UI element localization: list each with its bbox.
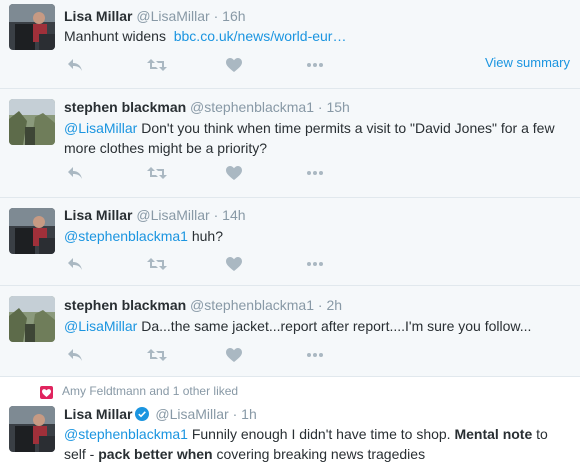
- avatar[interactable]: [9, 296, 55, 342]
- tweet-text: @stephenblackma1 Funnily enough I didn't…: [64, 424, 574, 464]
- retweet-button[interactable]: [146, 56, 168, 74]
- tweet-header: stephen blackman @stephenblackma1 · 2h: [64, 297, 342, 313]
- reply-icon: [68, 258, 82, 270]
- timestamp[interactable]: 14h: [222, 207, 245, 223]
- timestamp[interactable]: 15h: [326, 99, 349, 115]
- retweet-icon: [147, 258, 167, 270]
- tweet-link[interactable]: bbc.co.uk/news/world-eur…: [174, 28, 347, 44]
- retweet-icon: [147, 59, 167, 71]
- tweet-text: @LisaMillar Da...the same jacket...repor…: [64, 316, 564, 336]
- tweet[interactable]: Lisa Millar @LisaMillar · 1h @stephenbla…: [0, 400, 580, 468]
- tweet-text: Manhunt widens bbc.co.uk/news/world-eur…: [64, 26, 564, 46]
- divider: [0, 376, 580, 377]
- display-name[interactable]: Lisa Millar: [64, 8, 132, 24]
- avatar[interactable]: [9, 406, 55, 452]
- display-name[interactable]: stephen blackman: [64, 297, 186, 313]
- verified-icon: [135, 407, 150, 421]
- separator-dot: ·: [317, 297, 323, 313]
- timestamp[interactable]: 1h: [241, 406, 257, 422]
- more-icon: [307, 353, 323, 357]
- separator-dot: ·: [213, 207, 219, 223]
- display-name[interactable]: Lisa Millar: [64, 207, 132, 223]
- tweet-text-content: more clothes might be a priority?: [64, 140, 268, 156]
- tweet-text-content: self -: [64, 446, 99, 462]
- like-icon: [226, 58, 242, 72]
- more-button[interactable]: [304, 164, 326, 182]
- mention-link[interactable]: @stephenblackma1: [64, 426, 188, 442]
- retweet-button[interactable]: [146, 346, 168, 364]
- view-summary-link[interactable]: View summary: [485, 55, 570, 70]
- mention-link[interactable]: @LisaMillar: [64, 318, 137, 334]
- tweet-text-content: huh?: [187, 228, 223, 244]
- separator-dot: ·: [213, 8, 219, 24]
- display-name[interactable]: Lisa Millar: [64, 406, 132, 422]
- avatar[interactable]: [9, 99, 55, 145]
- tweet[interactable]: Lisa Millar @LisaMillar · 16h Manhunt wi…: [0, 0, 580, 86]
- tweet-header: Lisa Millar @LisaMillar · 16h: [64, 8, 246, 24]
- like-button[interactable]: [223, 346, 245, 364]
- separator-dot: ·: [317, 99, 323, 115]
- tweet-text-content: Da...the same jacket...report after repo…: [137, 318, 532, 334]
- username[interactable]: @LisaMillar: [136, 8, 209, 24]
- reply-button[interactable]: [64, 255, 86, 273]
- retweet-button[interactable]: [146, 255, 168, 273]
- username[interactable]: @LisaMillar: [155, 406, 228, 422]
- reply-icon: [68, 167, 82, 179]
- tweet-text-content: to: [532, 426, 548, 442]
- reply-button[interactable]: [64, 164, 86, 182]
- tweet-text-content: covering breaking news tragedies: [212, 446, 426, 462]
- timestamp[interactable]: 2h: [326, 297, 342, 313]
- more-icon: [307, 171, 323, 175]
- tweet-text-content: Manhunt widens: [64, 28, 166, 44]
- mention-link[interactable]: @LisaMillar: [64, 120, 137, 136]
- username[interactable]: @stephenblackma1: [190, 99, 314, 115]
- like-icon: [226, 166, 242, 180]
- tweet-text: @LisaMillar Don't you think when time pe…: [64, 118, 564, 158]
- like-button[interactable]: [223, 164, 245, 182]
- tweet[interactable]: Lisa Millar @LisaMillar · 14h @stephenbl…: [0, 198, 580, 284]
- liked-heart-icon: [40, 386, 53, 399]
- more-button[interactable]: [304, 255, 326, 273]
- tweet-text-bold: Mental note: [454, 426, 533, 442]
- tweet-text-content: Don't you think when time permits a visi…: [137, 120, 555, 136]
- retweet-button[interactable]: [146, 164, 168, 182]
- more-button[interactable]: [304, 346, 326, 364]
- conversation-thread: Lisa Millar @LisaMillar · 16h Manhunt wi…: [0, 0, 580, 376]
- username[interactable]: @stephenblackma1: [190, 297, 314, 313]
- tweet-header: Lisa Millar @LisaMillar · 14h: [64, 207, 246, 223]
- tweet[interactable]: stephen blackman @stephenblackma1 · 2h @…: [0, 286, 580, 376]
- like-button[interactable]: [223, 56, 245, 74]
- retweet-icon: [147, 167, 167, 179]
- like-icon: [226, 348, 242, 362]
- tweet-text-content: Funnily enough I didn't have time to sho…: [187, 426, 455, 442]
- mention-link[interactable]: @stephenblackma1: [64, 228, 188, 244]
- timestamp[interactable]: 16h: [222, 8, 245, 24]
- liked-by-text[interactable]: Amy Feldtmann and 1 other liked: [62, 384, 238, 398]
- retweet-icon: [147, 349, 167, 361]
- more-button[interactable]: [304, 56, 326, 74]
- reply-button[interactable]: [64, 56, 86, 74]
- reply-button[interactable]: [64, 346, 86, 364]
- social-context[interactable]: Amy Feldtmann and 1 other liked: [62, 384, 238, 398]
- avatar[interactable]: [9, 4, 55, 50]
- more-icon: [307, 63, 323, 67]
- like-button[interactable]: [223, 255, 245, 273]
- separator-dot: ·: [232, 406, 238, 422]
- like-icon: [226, 257, 242, 271]
- tweet-text-bold: pack better when: [98, 446, 213, 462]
- username[interactable]: @LisaMillar: [136, 207, 209, 223]
- reply-icon: [68, 349, 82, 361]
- tweet[interactable]: stephen blackman @stephenblackma1 · 15h …: [0, 89, 580, 196]
- display-name[interactable]: stephen blackman: [64, 99, 186, 115]
- more-icon: [307, 262, 323, 266]
- tweet-header: Lisa Millar @LisaMillar · 1h: [64, 406, 257, 422]
- tweet-header: stephen blackman @stephenblackma1 · 15h: [64, 99, 350, 115]
- tweet-text: @stephenblackma1 huh?: [64, 226, 564, 246]
- avatar[interactable]: [9, 208, 55, 254]
- reply-icon: [68, 59, 82, 71]
